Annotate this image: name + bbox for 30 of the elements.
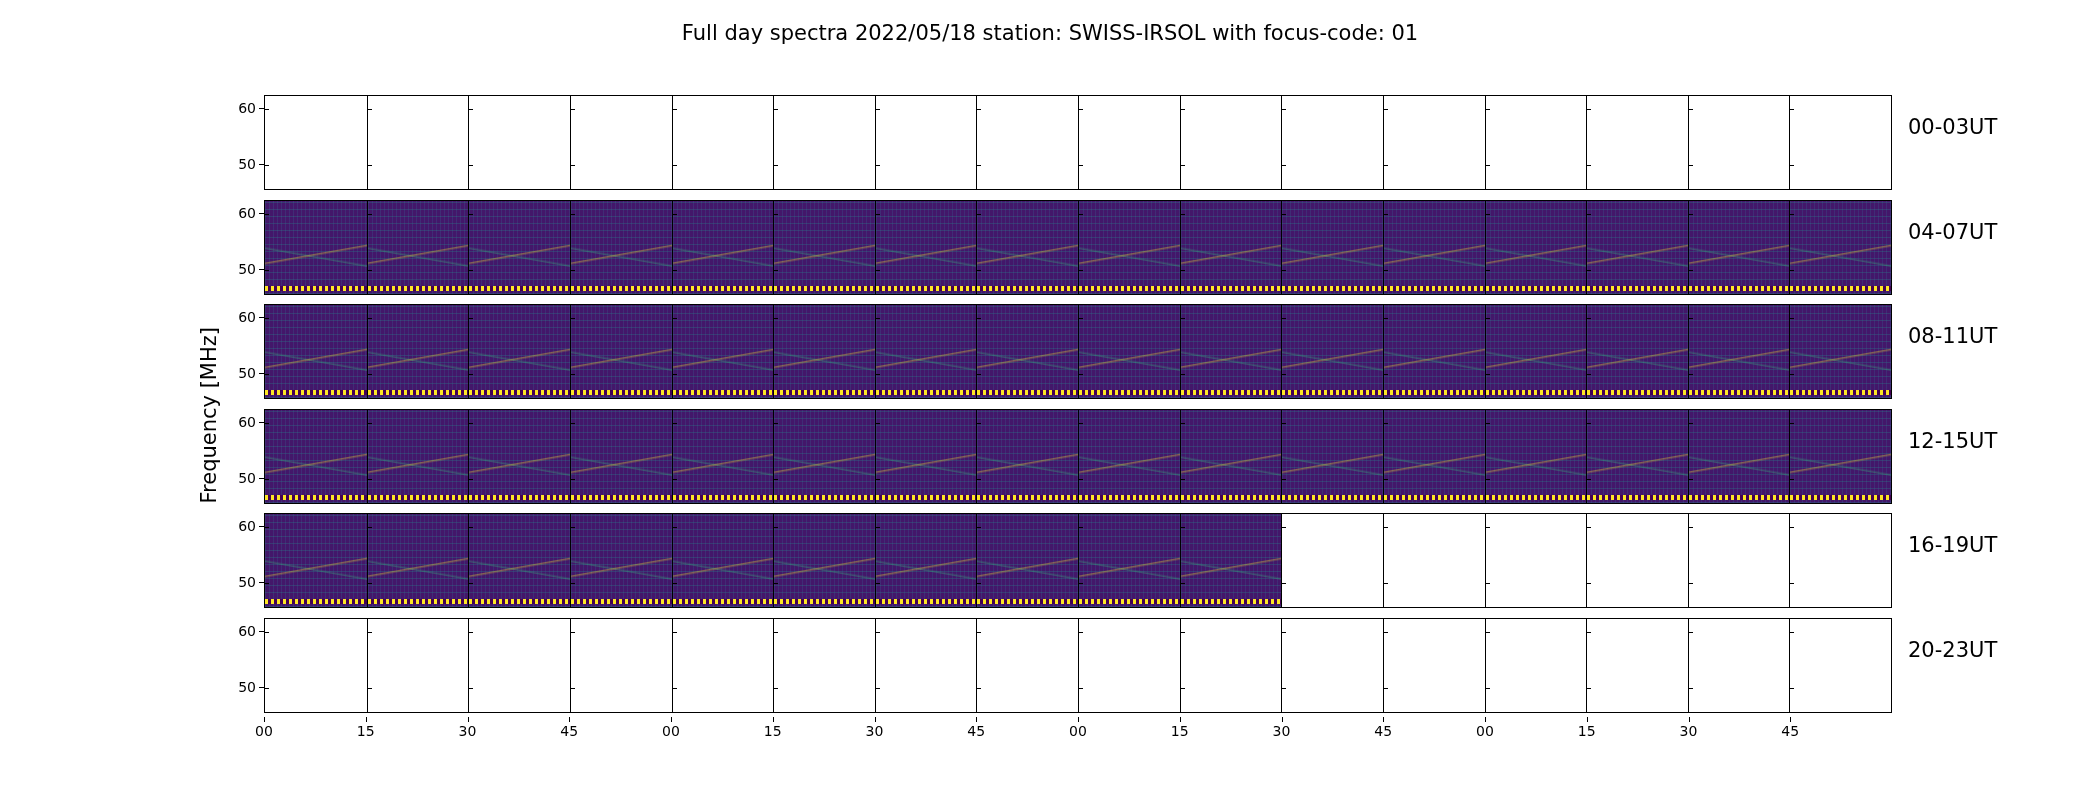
time-range-label: 20-23UT <box>1908 637 1998 662</box>
y-axis-label: Frequency [MHz] <box>197 326 221 504</box>
x-tick-label: 45 <box>1374 723 1393 739</box>
time-range-label: 04-07UT <box>1908 219 1998 244</box>
x-tick-label: 45 <box>967 723 986 739</box>
x-tick-label: 30 <box>1272 723 1291 739</box>
x-tick-label: 15 <box>356 723 375 739</box>
x-tick-label: 00 <box>1476 723 1494 739</box>
time-range-label: 12-15UT <box>1908 428 1998 453</box>
x-tick-label: 00 <box>662 723 680 739</box>
time-range-label: 08-11UT <box>1908 324 1998 348</box>
x-tick-label: 30 <box>1679 723 1698 739</box>
x-tick-label: 00 <box>255 723 273 739</box>
y-tick-label: 50 <box>238 156 264 172</box>
x-tick-label: 00 <box>1069 723 1087 739</box>
y-tick-label: 60 <box>238 309 264 325</box>
y-tick-label: 50 <box>238 574 264 590</box>
x-tick-label: 45 <box>560 723 579 739</box>
y-tick-label: 60 <box>238 518 264 534</box>
time-range-label: 16-19UT <box>1908 533 1998 557</box>
x-tick-label: 45 <box>1781 723 1800 739</box>
chart-title: Full day spectra 2022/05/18 station: SWISS-IRSOL with focus-code: 01 <box>681 20 1419 46</box>
y-tick-label: 50 <box>238 365 264 381</box>
x-tick-label: 15 <box>1170 723 1189 739</box>
y-tick-label: 60 <box>238 100 264 116</box>
x-tick-label: 15 <box>763 723 782 739</box>
x-tick-label: 30 <box>865 723 884 739</box>
x-tick-label: 30 <box>458 723 477 739</box>
x-tick-label: 15 <box>1577 723 1596 739</box>
time-range-label: 00-03UT <box>1908 115 1998 139</box>
